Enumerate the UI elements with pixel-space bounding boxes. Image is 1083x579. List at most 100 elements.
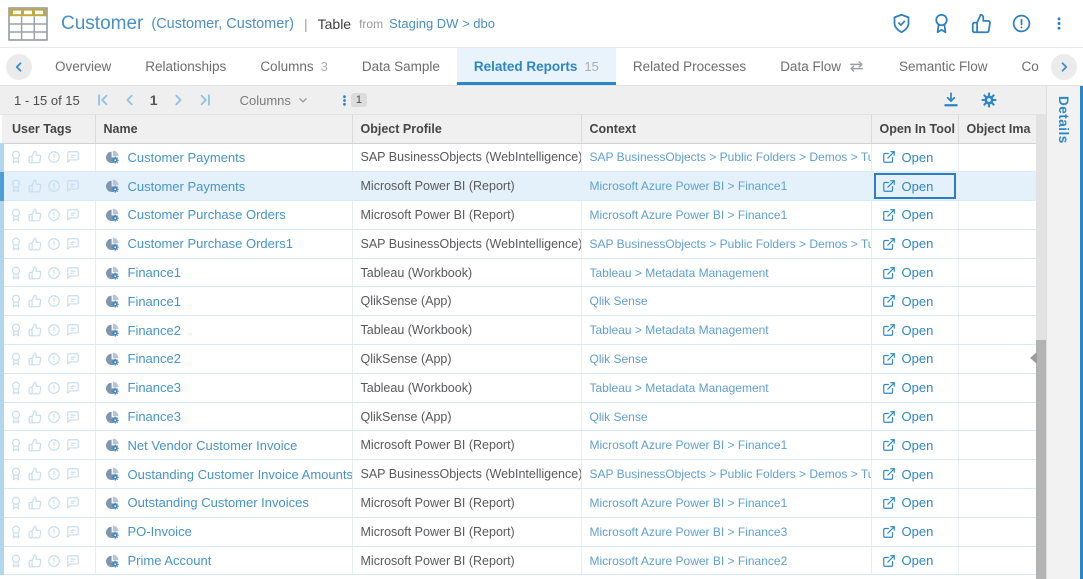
table-row[interactable]: Finance2QlikSense (App)Qlik SenseOpen — [2, 345, 1038, 374]
comment-icon[interactable] — [66, 266, 80, 280]
alert-circle-icon[interactable] — [47, 438, 61, 452]
award-ribbon-icon[interactable] — [9, 208, 23, 222]
grid-settings-gear-icon[interactable] — [980, 91, 998, 109]
award-ribbon-icon[interactable] — [9, 237, 23, 251]
tab-relationships[interactable]: Relationships — [128, 48, 243, 85]
alert-circle-icon[interactable] — [47, 467, 61, 481]
thumbs-up-icon[interactable] — [28, 554, 42, 568]
thumbs-up-icon[interactable] — [28, 352, 42, 366]
report-name-link[interactable]: Customer Purchase Orders1 — [128, 236, 293, 251]
award-ribbon-icon[interactable] — [9, 381, 23, 395]
table-row[interactable]: Outstanding Customer InvoicesMicrosoft P… — [2, 489, 1038, 518]
award-ribbon-icon[interactable] — [9, 410, 23, 424]
award-ribbon-icon[interactable] — [9, 352, 23, 366]
table-row[interactable]: Prime AccountMicrosoft Power BI (Report)… — [2, 546, 1038, 575]
open-in-tool-button[interactable]: Open — [874, 231, 956, 257]
alert-circle-icon[interactable] — [47, 179, 61, 193]
report-name-link[interactable]: Finance1 — [128, 265, 181, 280]
report-name-link[interactable]: Finance3 — [128, 409, 181, 424]
source-breadcrumb[interactable]: Staging DW > dbo — [389, 16, 495, 31]
table-row[interactable]: Customer Purchase OrdersMicrosoft Power … — [2, 201, 1038, 230]
context-breadcrumb-link[interactable]: Qlik Sense — [590, 294, 648, 308]
open-in-tool-button[interactable]: Open — [874, 548, 956, 574]
vertical-scrollbar[interactable] — [1036, 115, 1046, 579]
award-ribbon-icon[interactable] — [9, 438, 23, 452]
shield-check-icon[interactable] — [891, 13, 912, 34]
tab-semantic-flow[interactable]: Semantic Flow — [882, 48, 1005, 85]
context-breadcrumb-link[interactable]: Tableau > Metadata Management — [590, 266, 769, 280]
award-ribbon-icon[interactable] — [9, 150, 23, 164]
scrollbar-thumb[interactable] — [1036, 340, 1046, 579]
alert-circle-icon[interactable] — [47, 294, 61, 308]
comment-icon[interactable] — [66, 294, 80, 308]
tab-columns[interactable]: Columns3 — [243, 48, 345, 85]
tab-data-sample[interactable]: Data Sample — [345, 48, 457, 85]
open-in-tool-button[interactable]: Open — [874, 461, 956, 487]
comment-icon[interactable] — [66, 150, 80, 164]
report-name-link[interactable]: PO-Invoice — [128, 524, 192, 539]
alert-circle-icon[interactable] — [1011, 13, 1032, 34]
comment-icon[interactable] — [66, 179, 80, 193]
award-ribbon-icon[interactable] — [931, 13, 952, 34]
award-ribbon-icon[interactable] — [9, 179, 23, 193]
comment-icon[interactable] — [66, 467, 80, 481]
report-name-link[interactable]: Finance2 — [128, 351, 181, 366]
table-row[interactable]: PO-InvoiceMicrosoft Power BI (Report)Mic… — [2, 517, 1038, 546]
award-ribbon-icon[interactable] — [9, 467, 23, 481]
award-ribbon-icon[interactable] — [9, 294, 23, 308]
comment-icon[interactable] — [66, 438, 80, 452]
next-page-icon[interactable] — [171, 93, 185, 107]
previous-page-icon[interactable] — [123, 93, 137, 107]
context-breadcrumb-link[interactable]: Microsoft Azure Power BI > Finance1 — [590, 208, 788, 222]
alert-circle-icon[interactable] — [47, 266, 61, 280]
table-row[interactable]: Finance2Tableau (Workbook)Tableau > Meta… — [2, 316, 1038, 345]
alert-circle-icon[interactable] — [47, 150, 61, 164]
table-row[interactable]: Finance3Tableau (Workbook)Tableau > Meta… — [2, 373, 1038, 402]
open-in-tool-button[interactable]: Open — [874, 202, 956, 228]
report-name-link[interactable]: Customer Payments — [128, 179, 246, 194]
thumbs-up-icon[interactable] — [28, 208, 42, 222]
tab-data-flow[interactable]: Data Flow — [763, 48, 882, 85]
context-breadcrumb-link[interactable]: Qlik Sense — [590, 410, 648, 424]
report-name-link[interactable]: Net Vendor Customer Invoice — [128, 438, 298, 453]
comment-icon[interactable] — [66, 496, 80, 510]
report-name-link[interactable]: Customer Payments — [128, 150, 246, 165]
context-breadcrumb-link[interactable]: Microsoft Azure Power BI > Finance2 — [590, 554, 788, 568]
alert-circle-icon[interactable] — [47, 496, 61, 510]
thumbs-up-icon[interactable] — [28, 467, 42, 481]
tab-related-processes[interactable]: Related Processes — [616, 48, 763, 85]
comment-icon[interactable] — [66, 352, 80, 366]
current-page-number[interactable]: 1 — [150, 92, 158, 108]
context-breadcrumb-link[interactable]: Microsoft Azure Power BI > Finance3 — [590, 525, 788, 539]
alert-circle-icon[interactable] — [47, 323, 61, 337]
context-breadcrumb-link[interactable]: Tableau > Metadata Management — [590, 381, 769, 395]
tabs-scroll-right-button[interactable] — [1051, 54, 1077, 80]
alert-circle-icon[interactable] — [47, 554, 61, 568]
context-breadcrumb-link[interactable]: Microsoft Azure Power BI > Finance1 — [590, 438, 788, 452]
open-in-tool-button[interactable]: Open — [874, 490, 956, 516]
alert-circle-icon[interactable] — [47, 352, 61, 366]
award-ribbon-icon[interactable] — [9, 554, 23, 568]
table-row[interactable]: Finance1QlikSense (App)Qlik SenseOpen — [2, 287, 1038, 316]
table-row[interactable]: Oustanding Customer Invoice AmountsSAP B… — [2, 460, 1038, 489]
details-panel-tab[interactable]: Details — [1046, 86, 1083, 579]
report-name-link[interactable]: Prime Account — [128, 553, 212, 568]
applied-filters-indicator[interactable]: 1 — [338, 93, 367, 108]
table-row[interactable]: Customer PaymentsSAP BusinessObjects (We… — [2, 143, 1038, 172]
report-name-link[interactable]: Customer Purchase Orders — [128, 207, 286, 222]
comment-icon[interactable] — [66, 323, 80, 337]
award-ribbon-icon[interactable] — [9, 496, 23, 510]
open-in-tool-button[interactable]: Open — [874, 288, 956, 314]
thumbs-up-icon[interactable] — [28, 438, 42, 452]
alert-circle-icon[interactable] — [47, 410, 61, 424]
open-in-tool-button[interactable]: Open — [874, 432, 956, 458]
report-name-link[interactable]: Finance2 — [128, 323, 181, 338]
alert-circle-icon[interactable] — [47, 237, 61, 251]
thumbs-up-icon[interactable] — [28, 237, 42, 251]
comment-icon[interactable] — [66, 525, 80, 539]
table-row[interactable]: Finance1Tableau (Workbook)Tableau > Meta… — [2, 258, 1038, 287]
open-in-tool-button[interactable]: Open — [874, 260, 956, 286]
last-page-icon[interactable] — [198, 93, 212, 107]
tab-co[interactable]: Co — [1005, 48, 1046, 85]
open-in-tool-button[interactable]: Open — [874, 145, 956, 171]
